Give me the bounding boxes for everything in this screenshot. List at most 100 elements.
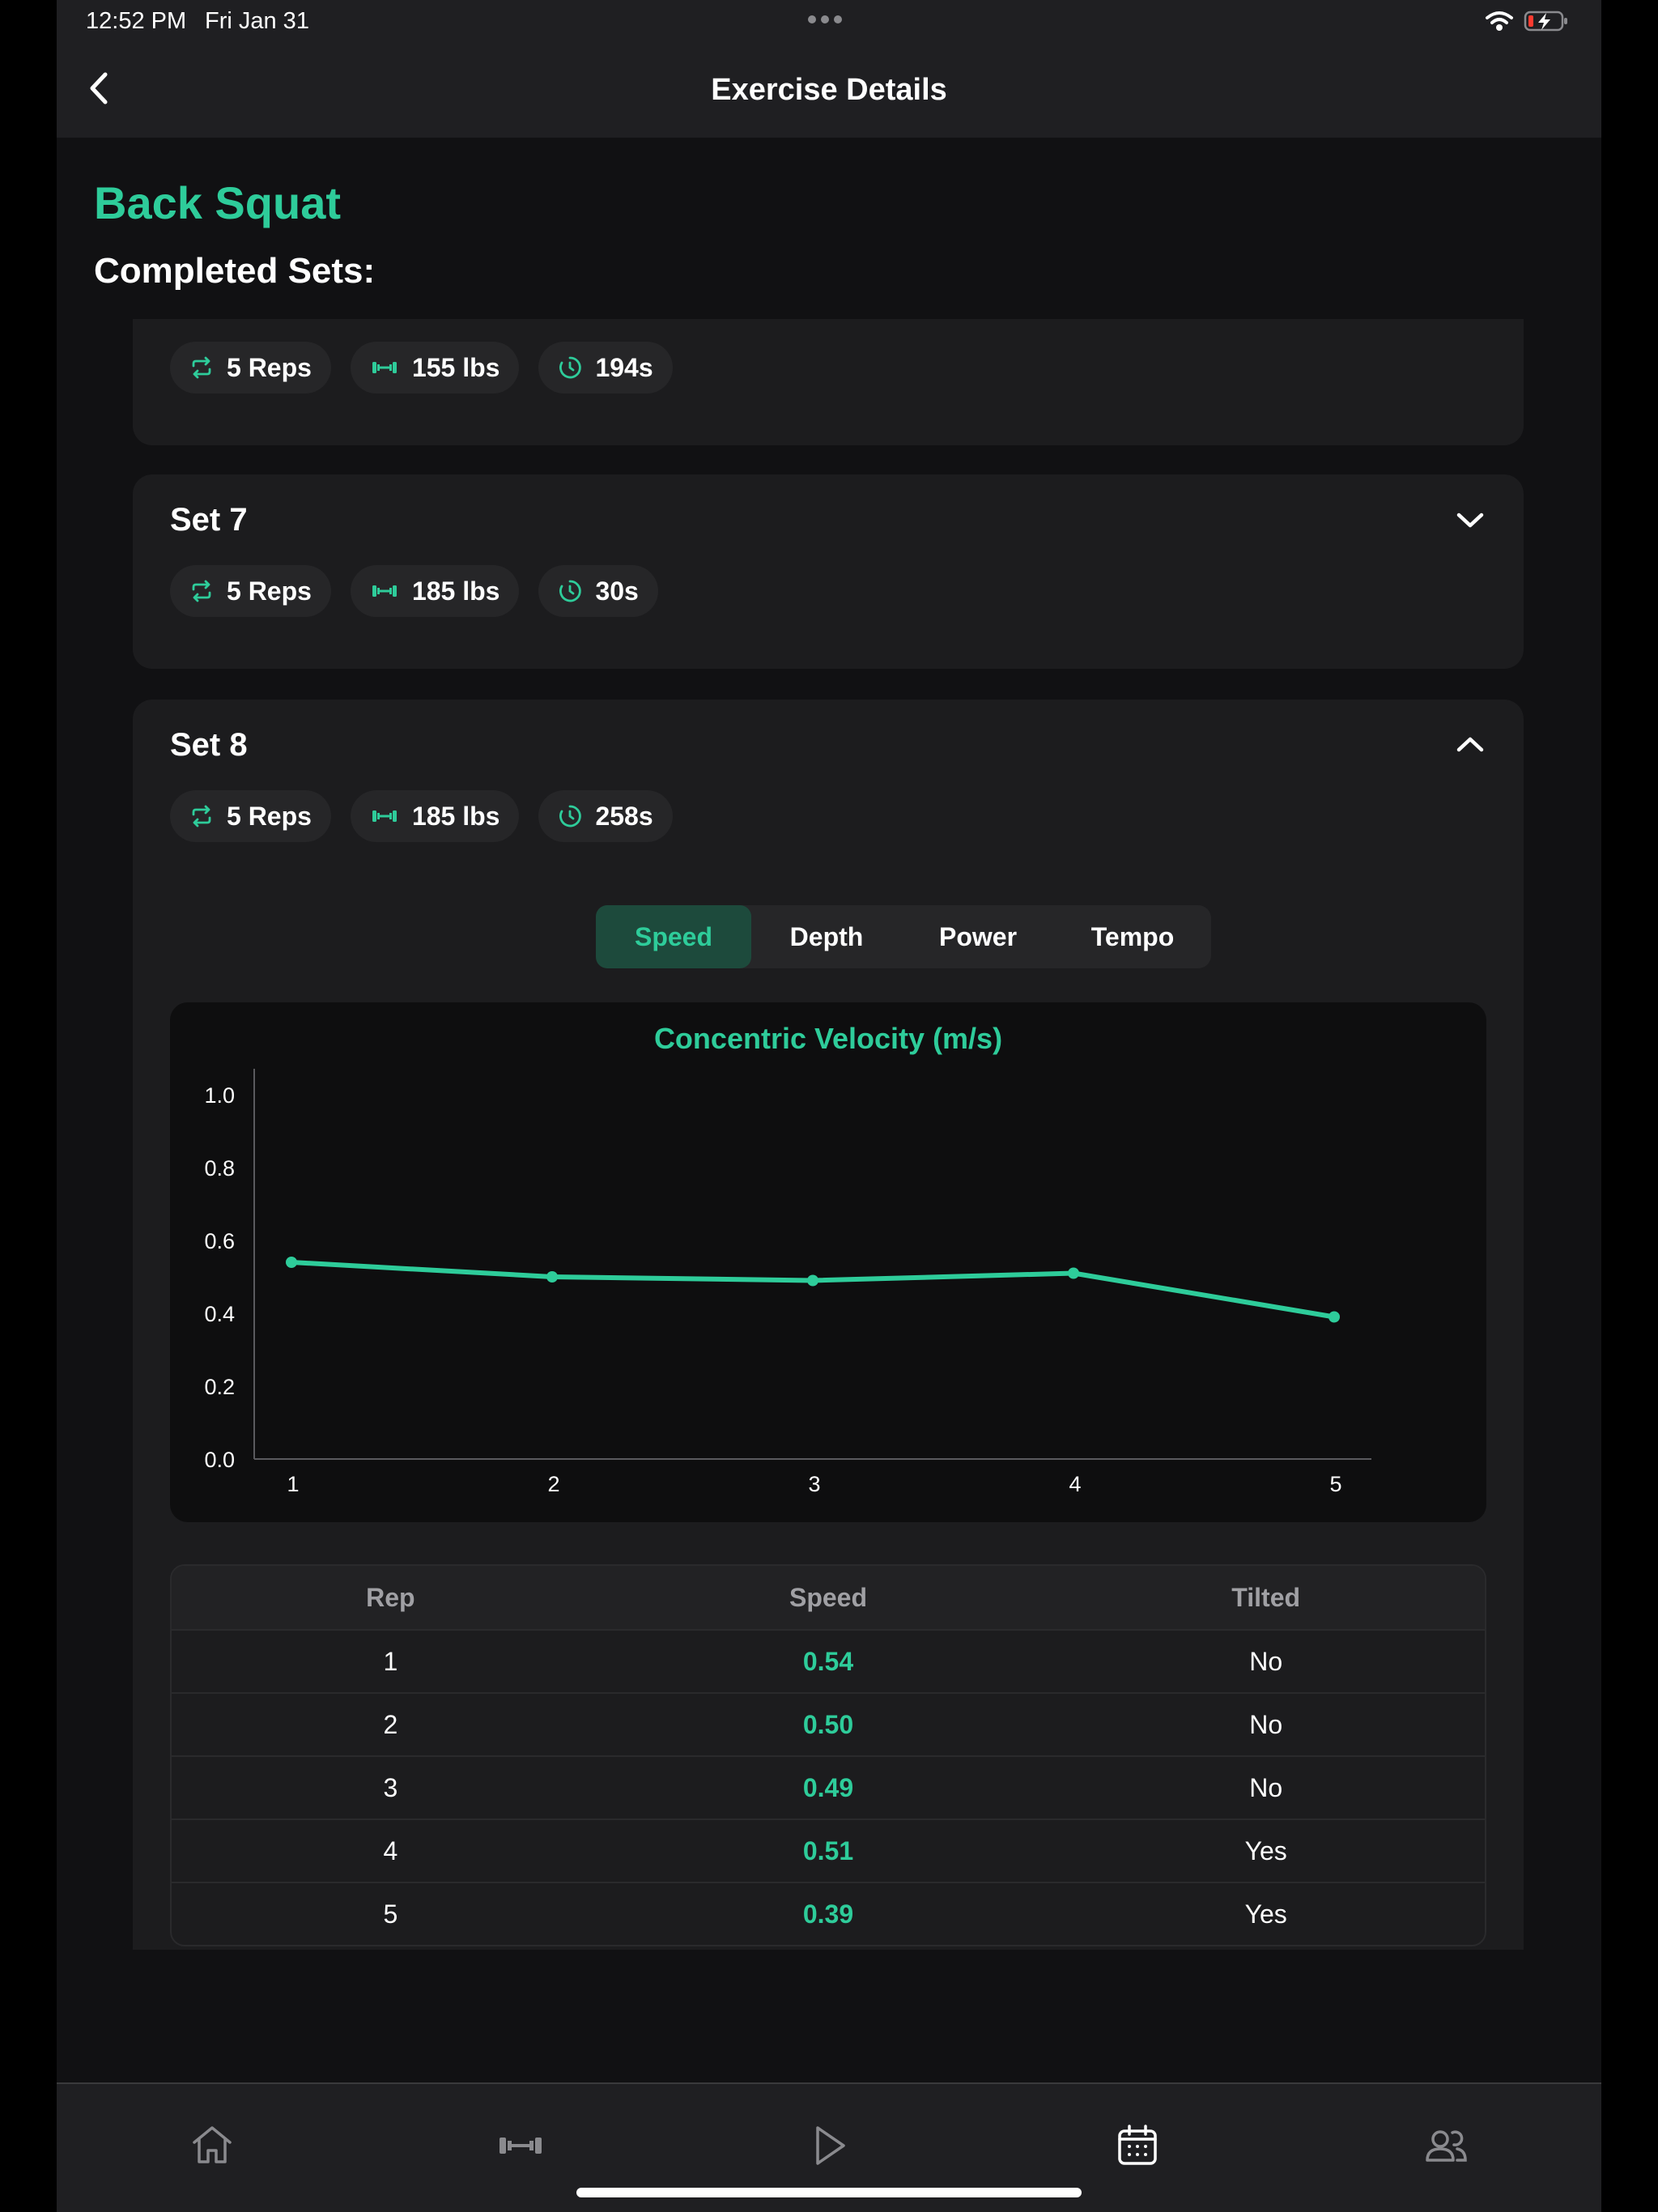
y-tick-label: 0.2 — [204, 1375, 235, 1399]
app-screen: 12:52 PM Fri Jan 31 Exercise Details Bac… — [57, 0, 1601, 2212]
x-tick-label: 3 — [808, 1472, 820, 1496]
set-stats: 5 Reps 185 lbs 30s — [170, 565, 658, 617]
data-point — [546, 1271, 558, 1283]
people-icon[interactable] — [1420, 2120, 1472, 2172]
completed-sets-label: Completed Sets: — [94, 251, 376, 291]
speed-cell: 0.49 — [802, 1772, 854, 1802]
dumbbell-icon — [372, 810, 397, 822]
set-stats: 5 Reps 185 lbs 258s — [170, 790, 673, 842]
data-point — [807, 1274, 818, 1287]
sets-list[interactable]: 5 Reps 155 lbs 194s Set 7 5 Reps 185 lbs… — [133, 319, 1524, 1950]
table-row: 2 0.50 No — [172, 1692, 1485, 1755]
tab-power[interactable]: Power — [902, 905, 1054, 968]
rep-cell: 3 — [383, 1772, 398, 1802]
dumbbell-icon — [372, 585, 397, 597]
data-point — [1329, 1311, 1340, 1323]
rest-value: 258s — [595, 801, 653, 831]
exercise-name: Back Squat — [94, 177, 341, 228]
battery-charging-icon — [1524, 11, 1567, 32]
table-row: 1 0.54 No — [172, 1629, 1485, 1692]
wifi-icon — [1486, 11, 1513, 31]
tilted-cell: Yes — [1244, 1899, 1287, 1929]
tab-tempo[interactable]: Tempo — [1054, 905, 1211, 968]
table-row: 5 0.39 Yes — [172, 1882, 1485, 1945]
weight-pill: 155 lbs — [350, 342, 520, 393]
rest-value: 30s — [595, 576, 639, 606]
dumbbell-icon[interactable] — [495, 2120, 546, 2172]
speed-cell: 0.50 — [802, 1709, 854, 1739]
metric-segmented-control: Speed Depth Power Tempo — [596, 905, 1211, 968]
weight-pill: 185 lbs — [350, 565, 520, 617]
velocity-chart: Concentric Velocity (m/s) 0.0 0.2 0.4 0.6 0.… — [170, 1002, 1486, 1522]
timer-icon — [559, 580, 582, 602]
x-tick-label: 5 — [1329, 1472, 1341, 1496]
tilted-cell: No — [1249, 1709, 1283, 1739]
weight-value: 155 lbs — [411, 352, 500, 382]
weight-pill: 185 lbs — [350, 790, 520, 842]
tilted-cell: No — [1249, 1772, 1283, 1802]
y-tick-label: 0.4 — [204, 1302, 235, 1326]
column-header-rep: Rep — [366, 1582, 415, 1612]
x-tick-label: 4 — [1069, 1472, 1081, 1496]
reps-pill: 5 Reps — [170, 565, 331, 617]
table-row: 4 0.51 Yes — [172, 1819, 1485, 1882]
speed-cell: 0.54 — [802, 1646, 854, 1676]
y-tick-label: 0.0 — [204, 1448, 235, 1472]
reps-pill: 5 Reps — [170, 790, 331, 842]
rest-pill: 194s — [538, 342, 673, 393]
y-tick-label: 0.8 — [204, 1156, 235, 1180]
chart-plot: 0.0 0.2 0.4 0.6 0.8 1.0 1 2 3 4 5 — [204, 1069, 1371, 1496]
set-title: Set 7 — [170, 502, 248, 538]
set-title: Set 8 — [170, 727, 248, 763]
rest-value: 194s — [595, 352, 653, 382]
weight-value: 185 lbs — [411, 576, 500, 606]
data-point — [1068, 1267, 1079, 1279]
velocity-series-line — [289, 1260, 1337, 1320]
weight-value: 185 lbs — [411, 801, 500, 831]
column-header-tilted: Tilted — [1231, 1582, 1301, 1612]
x-tick-label: 1 — [287, 1472, 299, 1496]
home-icon[interactable] — [186, 2120, 238, 2172]
tab-depth[interactable]: Depth — [751, 905, 902, 968]
rep-cell: 1 — [383, 1646, 398, 1676]
speed-cell: 0.39 — [802, 1899, 854, 1929]
calendar-icon[interactable] — [1112, 2120, 1163, 2172]
repeat-icon — [192, 356, 211, 379]
reps-value: 5 Reps — [227, 576, 312, 606]
dumbbell-icon — [372, 362, 397, 373]
set-card[interactable]: 5 Reps 155 lbs 194s — [133, 319, 1524, 445]
reps-value: 5 Reps — [227, 801, 312, 831]
column-header-speed: Speed — [789, 1582, 868, 1612]
rest-pill: 30s — [538, 565, 658, 617]
tab-speed[interactable]: Speed — [596, 905, 751, 968]
tilted-cell: Yes — [1244, 1836, 1287, 1865]
navigation-bar: Exercise Details — [57, 44, 1601, 138]
table-header: Rep Speed Tilted — [172, 1566, 1485, 1629]
set-card[interactable]: Set 7 5 Reps 185 lbs 30s — [133, 474, 1524, 669]
rest-pill: 258s — [538, 790, 673, 842]
rep-cell: 4 — [383, 1836, 398, 1865]
status-time: 12:52 PM — [86, 8, 187, 34]
timer-icon — [559, 356, 582, 379]
status-bar: 12:52 PM Fri Jan 31 — [57, 0, 1601, 44]
data-point — [286, 1257, 297, 1268]
tilted-cell: No — [1249, 1646, 1283, 1676]
timer-icon — [559, 805, 582, 827]
rep-cell: 2 — [383, 1709, 398, 1739]
reps-pill: 5 Reps — [170, 342, 331, 393]
repeat-icon — [192, 580, 211, 602]
speed-cell: 0.51 — [802, 1836, 854, 1865]
x-tick-label: 2 — [547, 1472, 559, 1496]
chevron-down-icon[interactable] — [1454, 507, 1486, 533]
page-title: Exercise Details — [711, 73, 947, 107]
table-row: 3 0.49 No — [172, 1755, 1485, 1819]
home-indicator[interactable] — [576, 2188, 1082, 2197]
multitasking-dots-icon[interactable] — [808, 13, 848, 26]
y-tick-label: 0.6 — [204, 1229, 235, 1253]
y-tick-label: 1.0 — [204, 1083, 235, 1108]
chevron-up-icon[interactable] — [1454, 732, 1486, 758]
rep-table: Rep Speed Tilted 1 0.54 No 2 0.50 No 3 0… — [170, 1564, 1486, 1946]
play-icon[interactable] — [803, 2120, 855, 2172]
rep-cell: 5 — [383, 1899, 398, 1929]
set-stats: 5 Reps 155 lbs 194s — [170, 342, 673, 393]
